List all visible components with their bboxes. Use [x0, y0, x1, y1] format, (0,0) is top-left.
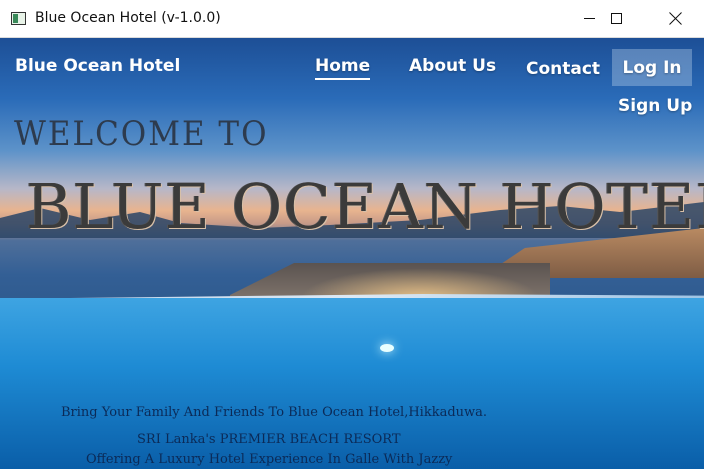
resort-subtitle: SRI Lanka's PREMIER BEACH RESORT: [137, 432, 401, 447]
maximize-icon: [610, 13, 622, 24]
maximize-button[interactable]: [593, 0, 639, 37]
close-icon: [669, 12, 682, 25]
brand-logo[interactable]: Blue Ocean Hotel: [15, 56, 180, 76]
nav-about-us[interactable]: About Us: [409, 56, 496, 76]
signup-button[interactable]: Sign Up: [618, 96, 692, 116]
pool-light: [380, 344, 394, 352]
hero-background: Blue Ocean Hotel Home About Us Contact L…: [0, 38, 704, 469]
title-bar: Blue Ocean Hotel (v-1.0.0): [0, 0, 704, 38]
app-icon: [11, 12, 26, 25]
close-button[interactable]: [652, 0, 698, 37]
welcome-heading: WELCOME TO: [14, 114, 269, 154]
login-button[interactable]: Log In: [612, 49, 692, 86]
tagline: Bring Your Family And Friends To Blue Oc…: [61, 405, 488, 420]
window-title: Blue Ocean Hotel (v-1.0.0): [35, 10, 221, 26]
hotel-name-heading: BLUE OCEAN HOTEL: [26, 170, 704, 243]
experience-subtitle: Offering A Luxury Hotel Experience In Ga…: [86, 452, 453, 467]
nav-contact[interactable]: Contact: [526, 59, 600, 79]
nav-home[interactable]: Home: [315, 56, 371, 80]
